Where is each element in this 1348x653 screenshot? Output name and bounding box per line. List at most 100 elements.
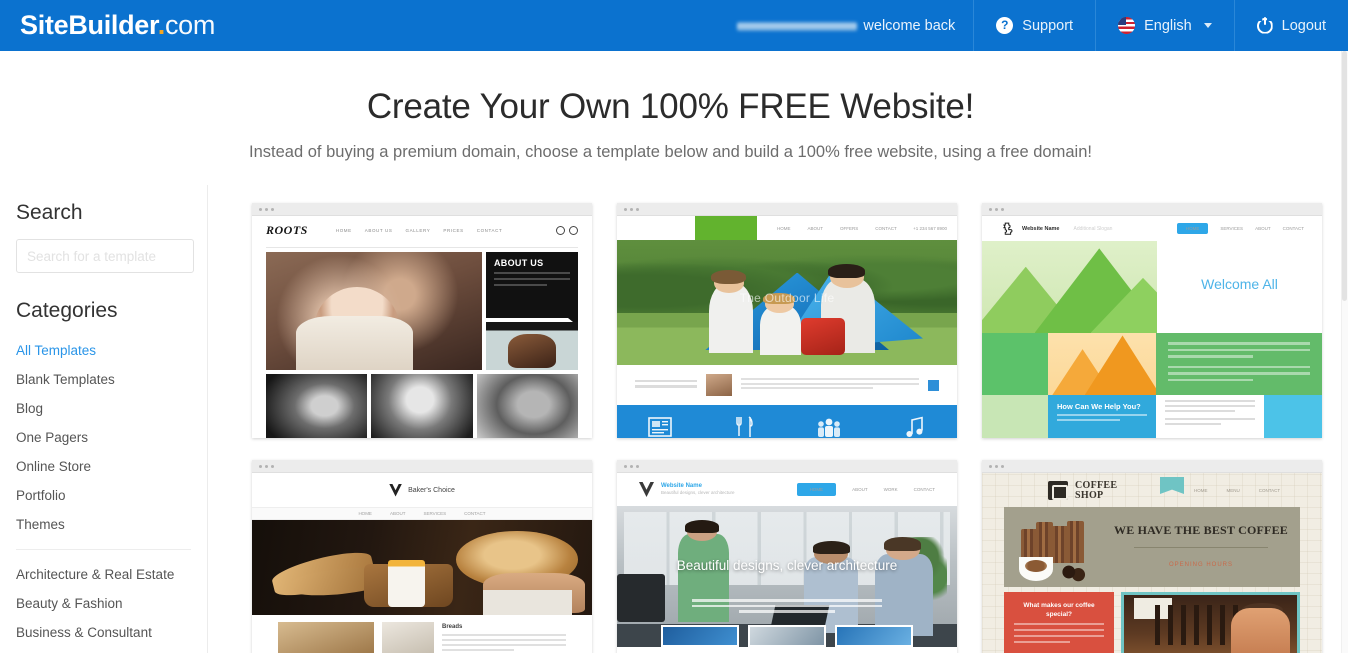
leaf-logo-icon: [389, 483, 403, 497]
category-list-primary: All Templates Blank Templates Blog One P…: [0, 336, 207, 539]
logo-tld: com: [164, 10, 216, 40]
sidebar-item-portfolio[interactable]: Portfolio: [0, 481, 207, 510]
page-subtitle: Instead of buying a premium domain, choo…: [249, 143, 1092, 161]
preview-brand-line2: SHOP: [1075, 489, 1104, 501]
preview-social-icons: [556, 225, 578, 235]
preview-menu-item: PRICES: [443, 227, 464, 233]
preview-content-row: Breads: [252, 615, 592, 653]
preview-menu-item-active: HOME: [1176, 223, 1209, 234]
template-card-bakers-choice[interactable]: Baker's Choice HOME ABOUT SERVICES CONTA…: [252, 460, 592, 653]
coffee-badge-icon: [1048, 481, 1068, 500]
preview-hero-title: The Outdoor Life: [739, 291, 835, 306]
template-card-roots-salon[interactable]: ROOTS HOME ABOUT US GALLERY PRICES CONTA…: [252, 203, 592, 438]
support-button[interactable]: ? Support: [973, 0, 1095, 51]
preview-tagline: Additional Slogan: [1073, 225, 1113, 232]
preview-menu-item: CONTACT: [476, 227, 503, 233]
sidebar-item-blank-templates[interactable]: Blank Templates: [0, 365, 207, 394]
template-preview: Website Name Beautiful designs, clever a…: [617, 473, 957, 653]
people-group-icon: [818, 418, 840, 437]
search-field-wrapper: [16, 239, 207, 273]
brand-area[interactable]: SiteBuilder.com: [0, 0, 215, 51]
preview-menu-item: ABOUT: [807, 225, 824, 231]
preview-menu-item: OFFERS: [840, 225, 859, 231]
page-scrollbar-track[interactable]: [1341, 51, 1348, 653]
preview-nav: HOME ABOUT OFFERS CONTACT +1 234 567 890…: [617, 216, 957, 240]
preview-nav: COFFEE SHOP HOME MENU CONTACT: [982, 473, 1322, 503]
template-card-architecture[interactable]: Website Name Beautiful designs, clever a…: [617, 460, 957, 653]
preview-nav: Baker's Choice: [252, 473, 592, 507]
preview-panel-title: What makes our coffee special?: [1023, 602, 1095, 619]
preview-hours-label: OPENING HOURS: [1168, 562, 1233, 568]
account-welcome[interactable]: welcome back: [727, 0, 973, 51]
question-circle-icon: ?: [996, 17, 1014, 34]
preview-brand-line1: COFFEE: [1075, 479, 1118, 491]
page-title: Create Your Own 100% FREE Website!: [366, 87, 975, 126]
page-scrollbar-thumb[interactable]: [1342, 51, 1347, 301]
newspaper-icon: [648, 417, 672, 437]
preview-pale-block: [982, 395, 1048, 438]
template-card-coffee-shop[interactable]: COFFEE SHOP HOME MENU CONTACT WE HAVE TH…: [982, 460, 1322, 653]
leaf-logo-icon: [639, 482, 654, 497]
logo-brand: SiteBuilder: [20, 10, 158, 40]
welcome-label: welcome back: [863, 17, 956, 34]
preview-brand: ROOTS: [266, 222, 308, 237]
preview-menu-item: CONTACT: [1282, 226, 1304, 231]
preview-menu-item: HOME: [358, 511, 372, 516]
puzzle-piece-icon: [1000, 222, 1014, 236]
preview-icon-bar: [617, 405, 957, 438]
preview-menu-item: SERVICES: [1220, 226, 1244, 231]
preview-hero-title: Welcome All: [1201, 276, 1278, 292]
sidebar-item-one-pagers[interactable]: One Pagers: [0, 423, 207, 452]
preview-menu-item: HOME: [1194, 488, 1208, 493]
template-card-welcome-all[interactable]: Website Name Additional Slogan HOME SERV…: [982, 203, 1322, 438]
template-preview: Baker's Choice HOME ABOUT SERVICES CONTA…: [252, 473, 592, 653]
preview-text-block: [1156, 333, 1322, 395]
site-logo[interactable]: SiteBuilder.com: [20, 12, 215, 39]
language-selector[interactable]: English: [1095, 0, 1234, 51]
logout-button[interactable]: Logout: [1233, 0, 1348, 51]
preview-hero-image: [252, 520, 592, 615]
preview-cyan-block: [1264, 395, 1322, 438]
template-preview: HOME ABOUT OFFERS CONTACT +1 234 567 890…: [617, 216, 957, 438]
sidebar-item-all-templates[interactable]: All Templates: [0, 336, 207, 365]
browser-chrome-bar: [252, 460, 592, 473]
preview-nav: Website Name Beautiful designs, clever a…: [617, 473, 957, 506]
preview-nav-highlight: [695, 216, 757, 240]
preview-green-block: [982, 333, 1048, 395]
preview-menu-item: ABOUT: [389, 511, 406, 516]
preview-list-block: [1156, 395, 1264, 438]
sidebar-divider: [16, 549, 191, 550]
logo-dot: .: [157, 10, 166, 40]
preview-about-panel: ABOUT US: [486, 252, 578, 326]
preview-brand: Website Name: [661, 482, 702, 489]
template-card-outdoor-life[interactable]: HOME ABOUT OFFERS CONTACT +1 234 567 890…: [617, 203, 957, 438]
preview-menu-item-active: HOME: [796, 483, 837, 496]
preview-menu-item: SERVICES: [423, 511, 447, 516]
power-icon: [1256, 16, 1273, 34]
preview-menu-item: ABOUT: [1255, 226, 1271, 231]
preview-red-panel: What makes our coffee special?: [1004, 592, 1114, 653]
preview-hero-image: Beautiful designs, clever architecture: [617, 506, 957, 647]
search-input[interactable]: [16, 239, 194, 273]
preview-section-title: Breads: [442, 624, 463, 630]
topbar-actions: welcome back ? Support English Logout: [727, 0, 1348, 51]
categories-heading: Categories: [16, 299, 118, 322]
preview-hero-title: Beautiful designs, clever architecture: [676, 557, 898, 573]
sidebar-item-themes[interactable]: Themes: [0, 510, 207, 539]
sidebar-item-business-consultant[interactable]: Business & Consultant: [0, 618, 207, 647]
preview-nav: ROOTS HOME ABOUT US GALLERY PRICES CONTA…: [252, 216, 592, 244]
preview-menu-item: GALLERY: [405, 227, 431, 233]
sidebar-item-online-store[interactable]: Online Store: [0, 452, 207, 481]
sidebar-item-architecture-real-estate[interactable]: Architecture & Real Estate: [0, 560, 207, 589]
template-grid: ROOTS HOME ABOUT US GALLERY PRICES CONTA…: [208, 185, 1341, 653]
browser-chrome-bar: [982, 460, 1322, 473]
logout-label: Logout: [1281, 17, 1326, 34]
top-navigation-bar: SiteBuilder.com welcome back ? Support E…: [0, 0, 1348, 51]
preview-hero-block: WE HAVE THE BEST COFFEE OPENING HOURS: [1004, 507, 1300, 587]
sidebar-item-blog[interactable]: Blog: [0, 394, 207, 423]
preview-menu: HOME ABOUT WORK CONTACT: [796, 483, 935, 496]
sidebar-item-beauty-fashion[interactable]: Beauty & Fashion: [0, 589, 207, 618]
preview-menu: HOME ABOUT US GALLERY PRICES CONTACT: [336, 228, 503, 233]
template-preview: COFFEE SHOP HOME MENU CONTACT WE HAVE TH…: [982, 473, 1322, 653]
